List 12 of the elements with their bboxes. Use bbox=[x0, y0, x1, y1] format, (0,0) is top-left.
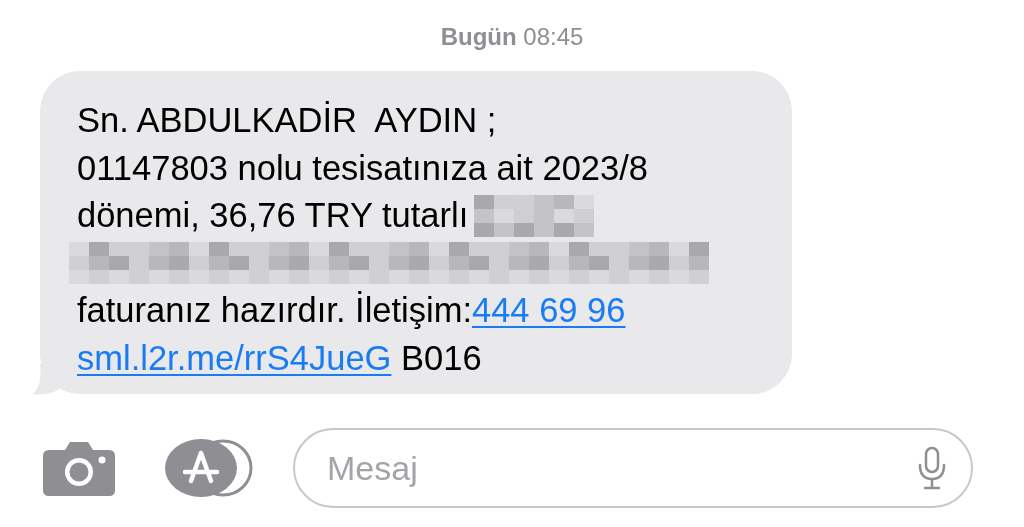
message-text: faturanız hazırdır. İletişim: bbox=[77, 291, 472, 331]
message-link[interactable]: sml.l2r.me/rrS4JueG bbox=[77, 338, 392, 378]
message-input-field[interactable]: Mesaj bbox=[293, 428, 973, 508]
message-text: B016 bbox=[400, 338, 482, 378]
camera-icon[interactable] bbox=[43, 440, 115, 496]
message-text: dönemi, 36,76 TRY tutarlı bbox=[77, 196, 469, 236]
message-link[interactable]: 444 69 96 bbox=[472, 291, 626, 331]
app-store-icon[interactable] bbox=[165, 439, 253, 497]
microphone-icon[interactable] bbox=[917, 446, 947, 490]
timestamp: Bugün 08:45 bbox=[439, 22, 585, 52]
message-text: Sn. ABDULKADİR AYDIN ; bbox=[77, 101, 497, 141]
message-text: 01147803 nolu tesisatınıza ait 2023/8 bbox=[77, 148, 648, 188]
